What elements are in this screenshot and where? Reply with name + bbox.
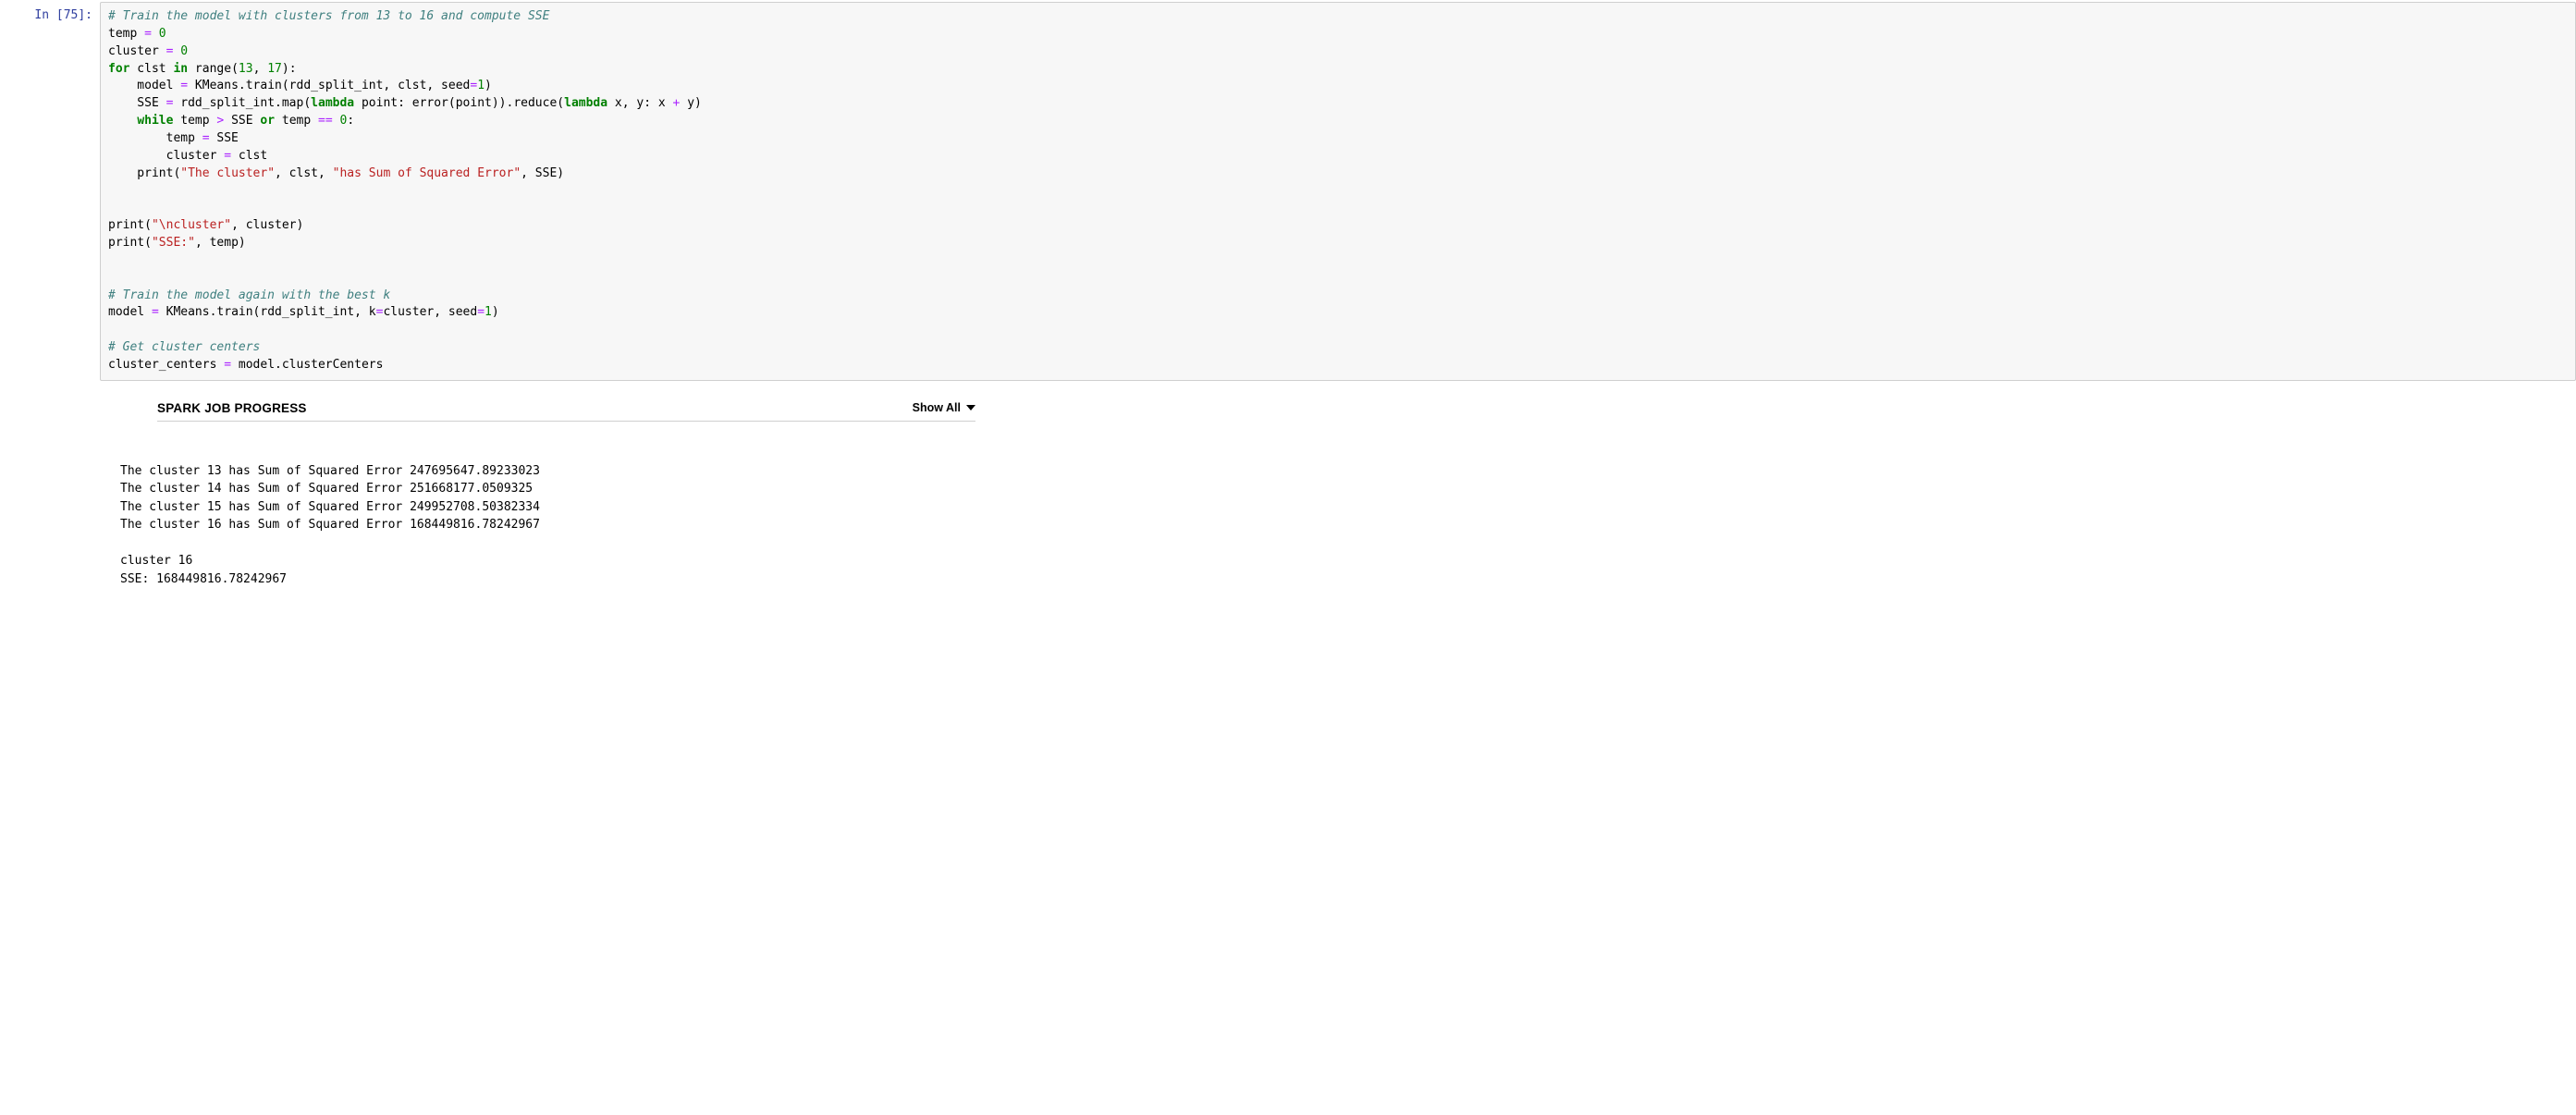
- stdout-line: The cluster 15 has Sum of Squared Error …: [120, 500, 540, 514]
- caret-down-icon: [966, 405, 975, 410]
- stdout-line: The cluster 14 has Sum of Squared Error …: [120, 482, 533, 496]
- prompt-execution-count: 75: [64, 8, 79, 22]
- input-prompt: In [75]:: [0, 2, 100, 31]
- prompt-in-label: In: [34, 8, 49, 22]
- spark-job-progress-bar: SPARK JOB PROGRESS Show All: [157, 401, 975, 422]
- code-input[interactable]: # Train the model with clusters from 13 …: [100, 2, 2576, 381]
- stdout-line: SSE: 168449816.78242967: [120, 572, 287, 586]
- code-cell: In [75]: # Train the model with clusters…: [0, 2, 2576, 381]
- spark-job-progress-title: SPARK JOB PROGRESS: [157, 401, 307, 415]
- stdout-line: cluster 16: [120, 554, 192, 568]
- stdout-line: The cluster 13 has Sum of Squared Error …: [120, 464, 540, 478]
- show-all-label: Show All: [913, 401, 961, 414]
- show-all-button[interactable]: Show All: [913, 401, 975, 414]
- stdout-line: The cluster 16 has Sum of Squared Error …: [120, 518, 540, 532]
- stdout-output: The cluster 13 has Sum of Squared Error …: [120, 462, 2576, 589]
- notebook-cell: In [75]: # Train the model with clusters…: [0, 2, 2576, 616]
